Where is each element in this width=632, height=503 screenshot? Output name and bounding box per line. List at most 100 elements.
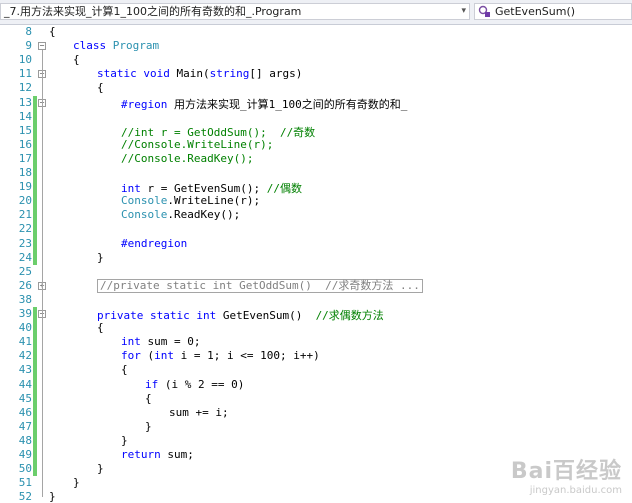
code-token: if xyxy=(145,377,159,391)
code-line[interactable]: } xyxy=(97,251,104,264)
code-line[interactable]: Console.ReadKey(); xyxy=(121,208,240,221)
code-line[interactable]: #region 用方法来实现_计算1_100之间的所有奇数的和_ xyxy=(121,96,407,112)
code-line[interactable]: { xyxy=(121,363,128,376)
code-token: static void xyxy=(97,67,177,81)
line-number: 44 xyxy=(18,377,32,391)
code-token: #region xyxy=(121,97,174,111)
method-icon xyxy=(478,5,490,17)
code-token: //Console.ReadKey(); xyxy=(121,151,254,165)
code-line[interactable]: class Program xyxy=(73,39,159,52)
line-number: 52 xyxy=(18,490,32,503)
code-token: } xyxy=(121,433,128,447)
code-line[interactable]: { xyxy=(49,25,56,38)
line-number: 47 xyxy=(18,419,32,433)
member-dropdown-label: GetEvenSum() xyxy=(495,5,576,18)
code-token: (i % 2 == 0) xyxy=(158,377,245,391)
line-number: 26 xyxy=(18,278,32,292)
code-token: { xyxy=(73,53,80,67)
code-line[interactable]: Console.WriteLine(r); xyxy=(121,194,260,207)
line-number: 23 xyxy=(18,236,32,250)
code-token: i = 1; i <= 100; i++) xyxy=(174,349,320,363)
code-token: sum += i; xyxy=(169,405,229,419)
code-line[interactable]: int sum = 0; xyxy=(121,335,200,348)
line-number: 20 xyxy=(18,194,32,208)
code-token: } xyxy=(49,490,56,503)
line-number: 39 xyxy=(18,307,32,320)
code-token: string xyxy=(209,67,250,81)
class-dropdown-label: _7.用方法来实现_计算1_100之间的所有奇数的和_.Program xyxy=(4,5,302,18)
code-line[interactable]: return sum; xyxy=(121,448,194,461)
code-editor[interactable]: 8 9 10 11 12 13 14 15 16 17 18 19 20 21 22 23 24 25 26 38 39… xyxy=(0,24,632,503)
code-token: } xyxy=(73,476,80,490)
code-line[interactable]: private static int GetEvenSum() //求偶数方法 xyxy=(97,307,384,323)
outline-guide xyxy=(42,106,43,244)
navigation-bar: _7.用方法来实现_计算1_100之间的所有奇数的和_.Program ▾ Ge… xyxy=(0,0,632,25)
code-token: return xyxy=(121,448,161,461)
code-line[interactable]: if (i % 2 == 0) xyxy=(145,378,244,391)
code-token: int xyxy=(121,335,141,349)
code-token: class xyxy=(73,39,113,53)
class-dropdown[interactable]: _7.用方法来实现_计算1_100之间的所有奇数的和_.Program ▾ xyxy=(0,3,470,20)
line-number: 38 xyxy=(18,292,32,306)
code-line[interactable]: //Console.ReadKey(); xyxy=(121,152,253,165)
code-token: Console xyxy=(121,194,168,208)
code-token: int xyxy=(154,349,174,363)
code-line[interactable]: //Console.WriteLine(r); xyxy=(121,138,273,151)
line-number: 9 xyxy=(25,39,32,53)
line-number: 22 xyxy=(18,222,32,236)
code-token: { xyxy=(145,391,152,405)
code-line[interactable]: } xyxy=(97,462,104,475)
code-token: [] args) xyxy=(249,67,303,81)
code-token: Program xyxy=(112,39,160,53)
line-number: 8 xyxy=(25,25,32,38)
watermark: Bai百经验 jingyan.baidu.com xyxy=(511,453,622,496)
code-token: Main( xyxy=(176,67,210,81)
code-line[interactable]: { xyxy=(97,81,104,94)
code-line[interactable]: { xyxy=(73,53,80,66)
code-token: private static int xyxy=(97,309,223,322)
collapse-icon[interactable]: − xyxy=(38,42,46,51)
code-line[interactable]: { xyxy=(97,321,104,334)
code-token: sum; xyxy=(160,448,194,461)
code-token: ( xyxy=(140,349,155,363)
line-number: 17 xyxy=(18,151,32,165)
code-token: { xyxy=(49,25,56,38)
code-line[interactable]: } xyxy=(145,420,152,433)
line-number: 19 xyxy=(18,180,32,194)
code-line[interactable]: for (int i = 1; i <= 100; i++) xyxy=(121,349,320,362)
code-token: .WriteLine(r); xyxy=(167,194,261,208)
code-token: GetEvenSum() xyxy=(222,309,316,322)
code-line[interactable]: } xyxy=(73,476,80,489)
line-number: 18 xyxy=(18,166,32,179)
line-number: 11 xyxy=(18,67,32,81)
code-token: //偶数 xyxy=(266,182,302,196)
code-token: Console xyxy=(121,208,168,222)
code-token: sum = 0; xyxy=(140,335,201,349)
code-token: } xyxy=(97,462,104,476)
member-dropdown[interactable]: GetEvenSum() xyxy=(474,3,632,20)
line-number: 25 xyxy=(18,264,32,278)
line-number: 48 xyxy=(18,433,32,447)
line-number: 46 xyxy=(18,405,32,419)
line-number: 40 xyxy=(18,321,32,335)
code-line[interactable]: } xyxy=(49,490,56,503)
line-number: 41 xyxy=(18,335,32,349)
code-line[interactable]: sum += i; xyxy=(169,406,229,419)
line-number: 50 xyxy=(18,462,32,476)
code-token: } xyxy=(97,250,104,264)
code-token: //求偶数方法 xyxy=(315,309,384,322)
line-number: 15 xyxy=(18,123,32,137)
line-number: 14 xyxy=(18,109,32,123)
code-token: .ReadKey(); xyxy=(167,208,241,222)
code-token: for xyxy=(121,349,141,363)
collapsed-region[interactable]: //private static int GetOddSum() //求奇数方法… xyxy=(97,278,423,293)
line-number: 10 xyxy=(18,53,32,67)
code-line[interactable]: static void Main(string[] args) xyxy=(97,67,302,80)
code-line[interactable]: } xyxy=(121,434,128,447)
watermark-logo: Bai百经验 xyxy=(510,459,622,484)
code-token: { xyxy=(97,321,104,335)
code-line[interactable]: { xyxy=(145,392,152,405)
line-number: 24 xyxy=(18,250,32,264)
code-token: int xyxy=(121,182,141,196)
code-line[interactable]: #endregion xyxy=(121,237,187,250)
